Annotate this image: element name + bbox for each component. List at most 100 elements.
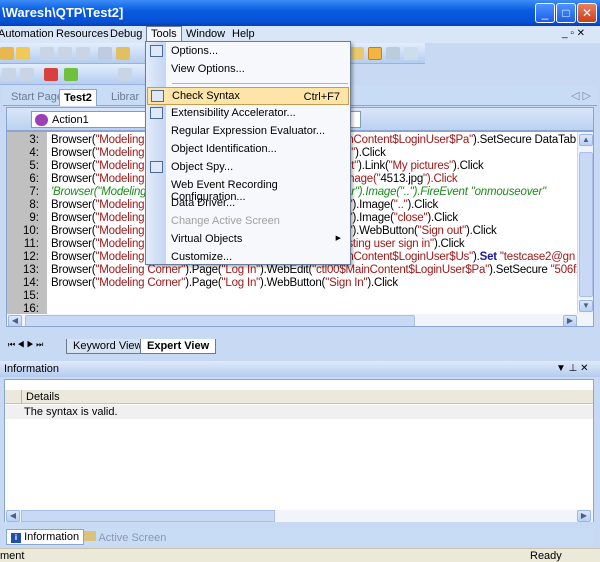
menu-automation[interactable]: Automation bbox=[0, 28, 54, 40]
open-icon[interactable] bbox=[16, 47, 30, 60]
menu-window[interactable]: Window bbox=[186, 28, 225, 40]
edit-icon[interactable] bbox=[98, 47, 112, 60]
info-hscroll-thumb[interactable] bbox=[21, 510, 275, 522]
menu-item-object-identification[interactable]: Object Identification... bbox=[147, 141, 349, 159]
view-tabs: ⏮ ◀ ▶ ⏭ Keyword View Expert View bbox=[6, 339, 594, 355]
maximize-button[interactable]: □ bbox=[556, 3, 576, 23]
dropdown-tool-icon[interactable] bbox=[118, 68, 132, 81]
active-screen-icon bbox=[84, 531, 96, 541]
line-number: 5: bbox=[29, 160, 39, 172]
code-line[interactable]: Browser("Modeling bbox=[51, 147, 145, 159]
code-line[interactable]: 'Browser("Modeling bbox=[51, 186, 147, 198]
details-column-header[interactable]: Details bbox=[21, 390, 60, 404]
horizontal-scrollbar[interactable]: ◀ ▶ bbox=[7, 314, 593, 326]
settings-icon[interactable] bbox=[404, 47, 418, 60]
excel-icon[interactable] bbox=[44, 68, 58, 81]
bottom-panel-tabs: i Information Active Screen bbox=[4, 528, 594, 546]
menu-item-virtual-objects[interactable]: Virtual Objects ▶ bbox=[147, 231, 349, 249]
menu-item-object-spy[interactable]: Object Spy... bbox=[147, 159, 349, 177]
code-line[interactable]: Browser("Modeling Corner").Page("Log In"… bbox=[51, 277, 398, 289]
panel-controls[interactable]: ▼ ⊥ ✕ bbox=[556, 363, 589, 374]
menu-item-check-syntax[interactable]: Check Syntax Ctrl+F7 bbox=[147, 87, 349, 105]
menu-item-options[interactable]: Options... bbox=[147, 43, 349, 61]
tab-keyword-view[interactable]: Keyword View bbox=[66, 339, 150, 354]
hscroll-thumb[interactable] bbox=[25, 315, 415, 326]
code-line-continuation[interactable]: isting user sign in").Click bbox=[345, 238, 465, 250]
pointer-icon[interactable] bbox=[20, 68, 34, 81]
mdi-controls[interactable]: _ ▫ ✕ bbox=[562, 28, 585, 39]
code-line[interactable]: Browser("Modeling bbox=[51, 173, 145, 185]
tab-start-page[interactable]: Start Page bbox=[7, 89, 67, 106]
info-horizontal-scrollbar[interactable]: ◀ ▶ bbox=[5, 510, 593, 522]
tab-expert-view[interactable]: Expert View bbox=[140, 339, 217, 354]
code-line[interactable]: Browser("Modeling bbox=[51, 199, 145, 211]
menu-item-view-options[interactable]: View Options... bbox=[147, 61, 349, 79]
tab-scroll-arrows[interactable]: ◁ ▷ bbox=[571, 89, 591, 102]
code-line[interactable]: Browser("Modeling bbox=[51, 251, 145, 263]
active-view-icon[interactable] bbox=[368, 47, 382, 60]
scroll-down-button[interactable]: ▼ bbox=[579, 300, 593, 312]
menu-item-data-driver[interactable]: Data Driver... bbox=[147, 195, 349, 213]
tab-active-screen[interactable]: Active Screen bbox=[80, 530, 170, 545]
tab-information[interactable]: i Information bbox=[6, 529, 85, 545]
code-line-continuation[interactable]: n").Click bbox=[345, 147, 386, 159]
vertical-scrollbar[interactable]: ▲ ▼ bbox=[577, 132, 593, 314]
code-line-continuation[interactable]: r").Image("close").Click bbox=[345, 212, 458, 224]
object-spy-icon bbox=[150, 161, 163, 173]
line-number: 8: bbox=[29, 199, 39, 211]
record-icon[interactable] bbox=[2, 68, 16, 81]
cut-icon[interactable] bbox=[40, 47, 54, 60]
copy-icon[interactable] bbox=[58, 47, 72, 60]
code-line[interactable]: Browser("Modeling bbox=[51, 134, 145, 146]
menu-item-web-event-recording-configuration[interactable]: Web Event Recording Configuration... bbox=[147, 177, 349, 203]
info-scroll-right[interactable]: ▶ bbox=[577, 510, 591, 522]
code-line-continuation[interactable]: nt").Link("My pictures").Click bbox=[345, 160, 484, 172]
scroll-right-button[interactable]: ▶ bbox=[563, 315, 577, 326]
code-line[interactable]: Browser("Modeling bbox=[51, 212, 145, 224]
menu-debug[interactable]: Debug bbox=[110, 28, 142, 40]
code-line-continuation[interactable]: r").WebButton("Sign out").Click bbox=[345, 225, 497, 237]
tab-library[interactable]: Librar bbox=[107, 89, 143, 106]
menu-item-label: Change Active Screen bbox=[171, 215, 280, 227]
scroll-up-button[interactable]: ▲ bbox=[579, 134, 593, 146]
menu-item-customize[interactable]: Customize... bbox=[147, 249, 349, 267]
menu-item-regular-expression-evaluator[interactable]: Regular Expression Evaluator... bbox=[147, 123, 349, 141]
code-line-continuation[interactable]: inContent$LoginUser$Us").Set "testcase2@… bbox=[345, 251, 575, 263]
run-icon[interactable] bbox=[64, 68, 78, 81]
scroll-left-button[interactable]: ◀ bbox=[8, 315, 22, 326]
new-icon[interactable] bbox=[0, 47, 14, 60]
tab-test2[interactable]: Test2 bbox=[59, 89, 97, 106]
menu-help[interactable]: Help bbox=[232, 28, 255, 40]
grid-icon[interactable] bbox=[350, 47, 364, 60]
options-icon bbox=[150, 45, 163, 57]
window-title: \Waresh\QTP\Test2] bbox=[2, 5, 124, 20]
tab-nav-arrows[interactable]: ⏮ ◀ ▶ ⏭ bbox=[8, 340, 43, 350]
line-number: 11: bbox=[23, 238, 39, 250]
menu-item-label: Options... bbox=[171, 45, 219, 57]
code-line[interactable]: Browser("Modeling bbox=[51, 238, 145, 250]
code-line-continuation[interactable]: mage("4513.jpg").Click bbox=[345, 173, 458, 185]
info-icon: i bbox=[11, 533, 21, 543]
code-line[interactable]: Browser("Modeling bbox=[51, 225, 145, 237]
code-line[interactable]: Browser("Modeling bbox=[51, 160, 145, 172]
scroll-thumb[interactable] bbox=[579, 152, 593, 297]
code-line-continuation[interactable]: er").Image("..").FireEvent "onmouseover" bbox=[345, 186, 546, 198]
menu-resources[interactable]: Resources bbox=[56, 28, 109, 40]
title-bar: \Waresh\QTP\Test2] bbox=[0, 0, 600, 26]
check-syntax-icon bbox=[151, 90, 164, 102]
menu-item-label: Check Syntax bbox=[172, 90, 240, 102]
insert-icon[interactable] bbox=[116, 47, 130, 60]
details-row[interactable]: The syntax is valid. bbox=[5, 405, 593, 419]
paste-icon[interactable] bbox=[76, 47, 90, 60]
menu-item-extensibility-accelerator[interactable]: Extensibility Accelerator... bbox=[147, 105, 349, 123]
minimize-button[interactable]: _ bbox=[535, 3, 555, 23]
menu-item-label: Object Identification... bbox=[171, 143, 277, 155]
close-button[interactable]: ✕ bbox=[577, 3, 597, 23]
debug-toolbar bbox=[0, 64, 160, 85]
info-scroll-left[interactable]: ◀ bbox=[6, 510, 20, 522]
code-line-continuation[interactable]: inContent$LoginUser$Pa").SetSecure DataT… bbox=[345, 134, 576, 146]
shortcut-label: Ctrl+F7 bbox=[303, 91, 340, 103]
code-line-continuation[interactable]: r").Image("..").Click bbox=[345, 199, 438, 211]
help-icon[interactable] bbox=[386, 47, 400, 60]
status-bar: ment Ready bbox=[0, 548, 600, 562]
